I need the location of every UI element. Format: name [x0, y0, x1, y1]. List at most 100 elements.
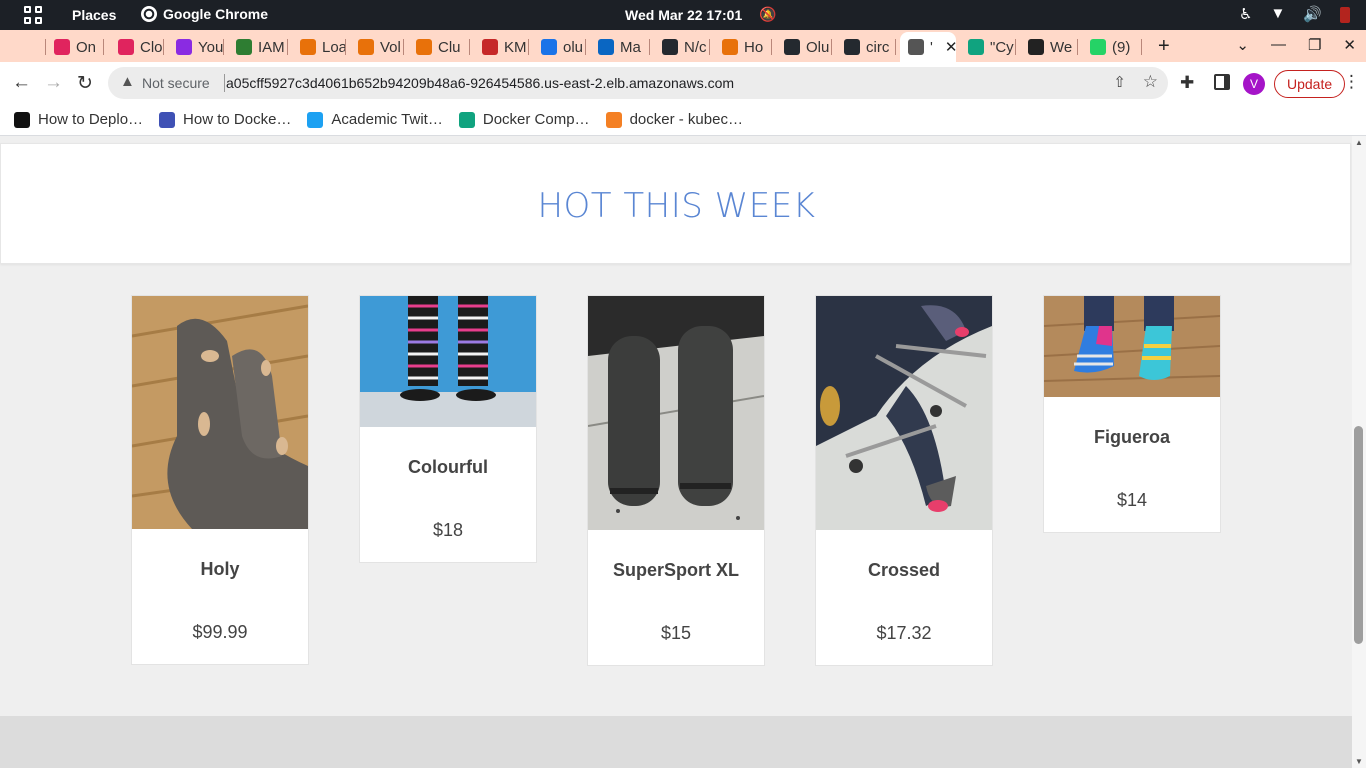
address-bar[interactable]: ▲ Not secure a05cff5927c3d4061b652b94209…	[108, 67, 1168, 99]
tab-label: IAM	[258, 38, 285, 56]
scroll-down-arrow-icon[interactable]: ▼	[1355, 757, 1363, 766]
product-card[interactable]: SuperSport XL $15	[587, 295, 765, 666]
accessibility-icon[interactable]: ♿	[1239, 5, 1252, 23]
browser-toolbar: ← → ↻ ▲ Not secure a05cff5927c3d4061b652…	[0, 62, 1366, 104]
tab-label: Ma	[620, 38, 641, 56]
tab-11[interactable]: N/c	[654, 34, 710, 60]
tab-1[interactable]: On	[46, 34, 104, 60]
tab-17[interactable]: We	[1020, 34, 1078, 60]
bookmark-label: How to Deplo…	[38, 111, 144, 128]
back-button[interactable]: ←	[12, 72, 31, 94]
tab-6[interactable]: Vol	[350, 34, 404, 60]
product-card[interactable]: Holy $99.99	[131, 295, 309, 665]
tab-5[interactable]: Loa	[292, 34, 346, 60]
tab-18[interactable]: (9)	[1082, 34, 1142, 60]
web-page: HOT THIS WEEK Holy $99.99 Colourful $18 …	[0, 136, 1352, 768]
product-price: $18	[432, 520, 464, 540]
bookmark-label: Docker Comp…	[482, 111, 590, 128]
scrollbar-thumb[interactable]	[1354, 426, 1363, 644]
tab-favicon-icon	[844, 39, 860, 55]
extensions-puzzle-icon[interactable]: ✚	[1180, 73, 1194, 93]
tab-favicon-icon	[908, 39, 924, 55]
product-price: $17.32	[876, 623, 932, 643]
tab-7[interactable]: Clu	[408, 34, 470, 60]
tab-label: N/c	[684, 38, 707, 56]
tab-0[interactable]	[14, 34, 46, 60]
side-panel-icon[interactable]	[1214, 74, 1230, 90]
tab-12[interactable]: Ho	[714, 34, 772, 60]
tab-3[interactable]: You	[168, 34, 224, 60]
tab-strip: On Clo You IAM Loa Vol Clu KM olu Ma N/c Ho Olu circ '…	[0, 30, 1366, 62]
new-tab-button[interactable]: +	[1158, 35, 1170, 58]
product-name[interactable]: Holy	[132, 529, 308, 580]
close-window-button[interactable]: ✕	[1343, 36, 1356, 54]
system-tray[interactable]: ♿ ▼ 🔊	[1239, 5, 1350, 23]
product-image-supersport-xl[interactable]	[588, 296, 764, 530]
tab-favicon-icon	[541, 39, 557, 55]
bookmark-item[interactable]: Academic Twit…	[307, 111, 443, 128]
battery-icon[interactable]	[1340, 7, 1350, 23]
minimize-button[interactable]: —	[1271, 36, 1286, 54]
hero-banner: HOT THIS WEEK	[0, 143, 1351, 264]
product-name[interactable]: Colourful	[360, 427, 536, 478]
page-scrollbar[interactable]: ▲ ▼	[1352, 136, 1366, 768]
clock[interactable]: Wed Mar 22 17:01	[625, 7, 742, 23]
close-tab-icon[interactable]: ✕	[945, 38, 956, 56]
profile-avatar[interactable]: V	[1243, 73, 1265, 95]
url-text[interactable]: a05cff5927c3d4061b652b94209b48a6-9264545…	[226, 75, 734, 91]
tab-favicon-icon	[22, 39, 38, 55]
bookmark-item[interactable]: Docker Comp…	[458, 111, 590, 128]
tab-favicon-icon	[236, 39, 252, 55]
product-card[interactable]: Colourful $18	[359, 295, 537, 563]
tab-9[interactable]: olu	[533, 34, 586, 60]
bookmarks-bar: How to Deplo… How to Docke… Academic Twit……	[0, 104, 1366, 136]
bookmark-favicon-icon	[458, 111, 475, 128]
chrome-menu-icon[interactable]: ⋮	[1343, 72, 1360, 92]
bookmark-label: How to Docke…	[183, 111, 292, 128]
product-image-figueroa[interactable]	[1044, 296, 1220, 397]
tab-10[interactable]: Ma	[590, 34, 650, 60]
product-card[interactable]: Figueroa $14	[1043, 295, 1221, 533]
reload-button[interactable]: ↻	[77, 72, 93, 95]
scroll-up-arrow-icon[interactable]: ▲	[1355, 138, 1363, 147]
tab-label: On	[76, 38, 97, 56]
share-icon[interactable]: ⇧	[1113, 73, 1126, 91]
product-name[interactable]: Figueroa	[1044, 397, 1220, 448]
tab-label: circ	[866, 38, 890, 56]
wifi-icon[interactable]: ▼	[1270, 5, 1285, 23]
tab-label: Ho	[744, 38, 764, 56]
restore-button[interactable]: ❐	[1308, 36, 1321, 54]
bookmark-item[interactable]: How to Deplo…	[14, 111, 143, 128]
tab-search-chevron-icon[interactable]: ⌄	[1236, 36, 1249, 54]
product-image-colourful[interactable]	[360, 296, 536, 427]
window-controls: ⌄ — ❐ ✕	[1236, 36, 1356, 54]
product-image-holy[interactable]	[132, 296, 308, 529]
forward-button[interactable]: →	[44, 72, 63, 94]
app-grid-icon[interactable]	[24, 6, 42, 24]
tab-8[interactable]: KM	[474, 34, 529, 60]
bookmark-star-icon[interactable]: ☆	[1143, 72, 1158, 92]
security-label[interactable]: Not secure	[142, 75, 210, 91]
tab-label: Olu	[806, 38, 830, 56]
product-name[interactable]: Crossed	[816, 530, 992, 581]
volume-icon[interactable]: 🔊	[1303, 5, 1322, 23]
product-image-crossed[interactable]	[816, 296, 992, 530]
bookmark-label: Academic Twit…	[331, 111, 443, 128]
tab-label: You	[198, 38, 224, 56]
tab-16[interactable]: "Cy	[960, 34, 1016, 60]
notifications-muted-icon: 🔕	[759, 6, 777, 22]
active-app-menu[interactable]: Google Chrome	[141, 6, 268, 22]
update-button[interactable]: Update	[1274, 70, 1346, 98]
tab-4[interactable]: IAM	[228, 34, 288, 60]
tab-label: Vol	[380, 38, 401, 56]
product-card[interactable]: Crossed $17.32	[815, 295, 993, 666]
bookmark-item[interactable]: How to Docke…	[159, 111, 291, 128]
tab-14[interactable]: circ	[836, 34, 896, 60]
tab-13[interactable]: Olu	[776, 34, 832, 60]
product-name[interactable]: SuperSport XL	[588, 530, 764, 581]
not-secure-warning-icon[interactable]: ▲	[120, 73, 135, 90]
tab-2[interactable]: Clo	[110, 34, 164, 60]
places-menu[interactable]: Places	[72, 7, 116, 23]
tab-15[interactable]: ' ✕	[900, 32, 956, 62]
bookmark-item[interactable]: docker - kubec…	[605, 111, 743, 128]
